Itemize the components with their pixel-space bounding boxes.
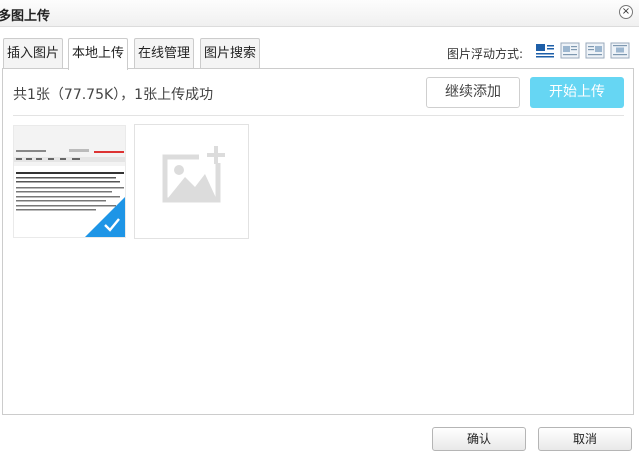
tab-image-search[interactable]: 图片搜索 bbox=[200, 38, 260, 69]
cancel-button[interactable]: 取消 bbox=[538, 427, 632, 451]
tab-local-upload[interactable]: 本地上传 bbox=[68, 38, 128, 70]
tab-insert-image[interactable]: 插入图片 bbox=[3, 38, 63, 69]
continue-add-button[interactable]: 继续添加 bbox=[426, 77, 520, 108]
uploaded-image-thumbnail[interactable] bbox=[13, 125, 126, 238]
start-upload-button[interactable]: 开始上传 bbox=[530, 77, 624, 108]
align-none-icon[interactable] bbox=[535, 42, 555, 59]
upload-status-text: 共1张（77.75K），1张上传成功 bbox=[13, 87, 214, 103]
checkmark-icon bbox=[104, 218, 120, 232]
align-right-icon[interactable] bbox=[585, 42, 605, 59]
align-center-icon[interactable] bbox=[610, 42, 630, 59]
float-mode-label: 图片浮动方式: bbox=[447, 47, 524, 61]
add-image-icon bbox=[162, 145, 225, 203]
tab-online-manage[interactable]: 在线管理 bbox=[134, 38, 194, 69]
close-button[interactable]: × bbox=[619, 5, 633, 19]
add-image-box[interactable] bbox=[134, 124, 249, 239]
dialog-title: 多图上传 bbox=[0, 9, 51, 24]
upload-panel: 共1张（77.75K），1张上传成功 继续添加 开始上传 bbox=[2, 68, 634, 415]
dialog-titlebar: 多图上传 × bbox=[0, 0, 639, 27]
confirm-button[interactable]: 确认 bbox=[432, 427, 526, 451]
align-left-icon[interactable] bbox=[560, 42, 580, 59]
divider bbox=[13, 115, 624, 116]
